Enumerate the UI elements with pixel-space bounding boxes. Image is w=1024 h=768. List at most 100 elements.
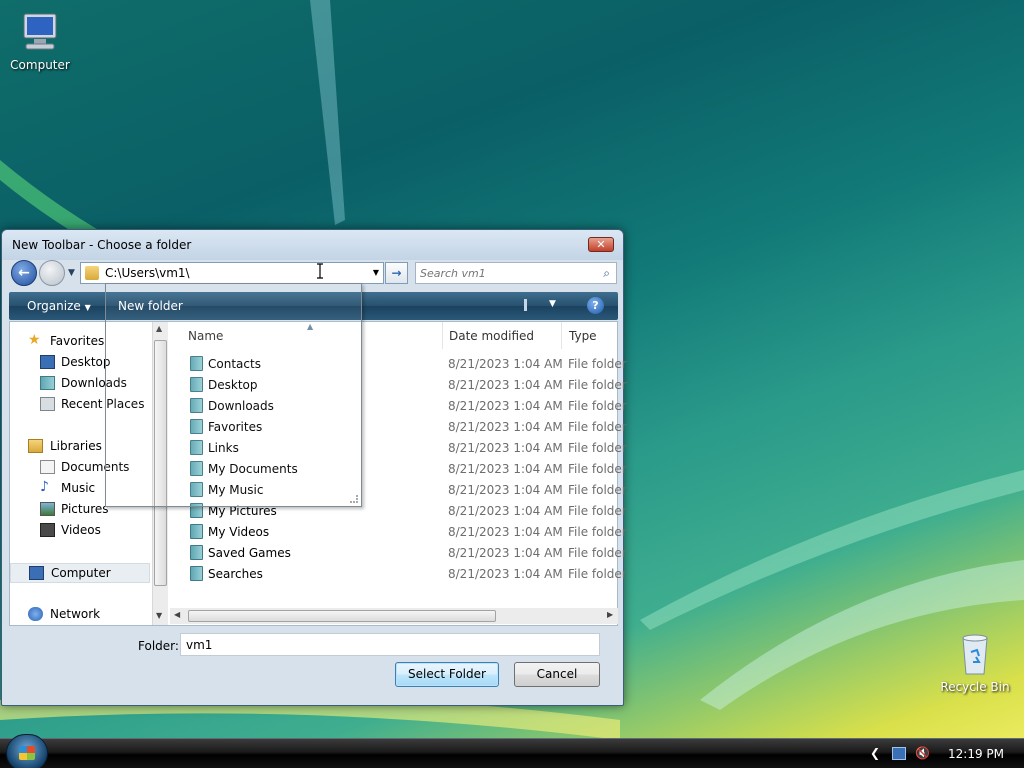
file-name: Searches	[208, 567, 263, 581]
resize-grip-icon[interactable]	[350, 495, 358, 503]
taskbar-clock[interactable]: 12:19 PM	[948, 747, 1004, 761]
nav-network-label: Network	[50, 607, 101, 621]
back-arrow-icon: ←	[18, 265, 30, 281]
file-type: File folder	[568, 483, 627, 497]
windows-logo-icon	[19, 746, 35, 760]
videos-icon	[40, 523, 55, 537]
nav-libraries-label: Libraries	[50, 439, 102, 453]
file-date-modified: 8/21/2023 1:04 AM	[448, 483, 563, 497]
volume-muted-icon[interactable]: 🔇	[915, 747, 930, 760]
file-name: Saved Games	[208, 546, 291, 560]
folder-name-input[interactable]	[180, 633, 600, 656]
forward-button[interactable]	[39, 260, 65, 286]
go-button[interactable]: →	[385, 262, 408, 284]
documents-icon	[40, 460, 55, 474]
folder-icon	[190, 545, 203, 560]
help-icon[interactable]: ?	[587, 297, 604, 314]
folder-icon	[190, 524, 203, 539]
scroll-left-icon[interactable]: ◀	[174, 610, 180, 619]
file-row[interactable]: Searches 8/21/2023 1:04 AM File folder	[170, 563, 627, 584]
desktop-icon-computer-label: Computer	[10, 58, 70, 72]
desktop-icon-recycle-bin[interactable]: Recycle Bin	[935, 632, 1015, 694]
nav-pictures-label: Pictures	[61, 502, 109, 516]
file-date-modified: 8/21/2023 1:04 AM	[448, 399, 563, 413]
recent-pages-dropdown[interactable]: ▼	[68, 268, 75, 278]
column-header-type[interactable]: Type	[569, 322, 597, 349]
file-type: File folder	[568, 525, 627, 539]
organize-label: Organize	[27, 299, 81, 313]
recent-places-icon	[40, 397, 55, 411]
file-type: File folder	[568, 399, 627, 413]
file-date-modified: 8/21/2023 1:04 AM	[448, 504, 563, 518]
nav-videos-label: Videos	[61, 523, 101, 537]
computer-icon	[29, 566, 44, 580]
desktop-icon-recycle-bin-label: Recycle Bin	[940, 680, 1010, 694]
file-type: File folder	[568, 567, 627, 581]
back-button[interactable]: ←	[11, 260, 37, 286]
nav-videos[interactable]: Videos	[10, 521, 150, 541]
recycle-bin-icon	[951, 632, 999, 676]
scroll-down-icon[interactable]: ▼	[156, 611, 162, 620]
network-icon	[28, 607, 43, 621]
file-type: File folder	[568, 420, 627, 434]
file-date-modified: 8/21/2023 1:04 AM	[448, 462, 563, 476]
nav-music-label: Music	[61, 481, 96, 495]
file-date-modified: 8/21/2023 1:04 AM	[448, 546, 563, 560]
star-icon: ★	[28, 332, 41, 348]
nav-network[interactable]: Network	[10, 605, 150, 625]
file-type: File folder	[568, 357, 627, 371]
search-icon[interactable]: ⌕	[603, 266, 610, 281]
file-date-modified: 8/21/2023 1:04 AM	[448, 357, 563, 371]
network-status-icon[interactable]	[892, 747, 906, 760]
text-cursor-icon	[317, 263, 323, 279]
file-type: File folder	[568, 462, 627, 476]
search-box[interactable]: ⌕	[415, 262, 617, 284]
file-type: File folder	[568, 441, 627, 455]
nav-computer[interactable]: Computer	[10, 563, 150, 583]
arrow-right-icon: →	[391, 266, 402, 280]
downloads-icon	[40, 376, 55, 390]
address-text[interactable]: C:\Users\vm1\	[105, 266, 190, 280]
folder-icon	[190, 566, 203, 581]
desktop-icon	[40, 355, 55, 369]
column-divider[interactable]	[561, 322, 562, 349]
search-input[interactable]	[420, 265, 590, 281]
column-divider[interactable]	[442, 322, 443, 349]
start-button[interactable]	[6, 734, 48, 768]
views-icon[interactable]	[524, 299, 538, 311]
address-dropdown-icon[interactable]: ▼	[373, 268, 379, 277]
file-name: My Videos	[208, 525, 270, 539]
computer-icon	[16, 10, 64, 54]
file-scroll-thumb[interactable]	[188, 610, 496, 622]
folder-label: Folder:	[138, 639, 179, 653]
file-row[interactable]: Saved Games 8/21/2023 1:04 AM File folder	[170, 542, 627, 563]
music-icon: ♪	[40, 479, 49, 495]
close-button[interactable]: ✕	[588, 237, 614, 252]
libraries-icon	[28, 439, 43, 453]
file-date-modified: 8/21/2023 1:04 AM	[448, 567, 563, 581]
file-date-modified: 8/21/2023 1:04 AM	[448, 378, 563, 392]
organize-button[interactable]: Organize ▼	[27, 299, 91, 313]
scroll-right-icon[interactable]: ▶	[607, 610, 613, 619]
address-bar[interactable]: C:\Users\vm1\ ▼	[80, 262, 384, 284]
folder-icon	[85, 266, 99, 280]
file-date-modified: 8/21/2023 1:04 AM	[448, 525, 563, 539]
dialog-titlebar[interactable]: New Toolbar - Choose a folder ✕	[2, 230, 623, 260]
file-date-modified: 8/21/2023 1:04 AM	[448, 441, 563, 455]
column-header-date-modified[interactable]: Date modified	[449, 322, 534, 349]
file-type: File folder	[568, 504, 627, 518]
nav-desktop-label: Desktop	[61, 355, 111, 369]
cancel-button[interactable]: Cancel	[514, 662, 600, 687]
select-folder-button[interactable]: Select Folder	[395, 662, 499, 687]
nav-computer-label: Computer	[51, 566, 111, 580]
drag-overlay-frame	[105, 283, 362, 507]
chevron-down-icon: ▼	[84, 303, 91, 312]
show-hidden-icons-button[interactable]: ❮	[870, 746, 880, 760]
file-horizontal-scrollbar[interactable]: ◀ ▶	[170, 608, 618, 624]
taskbar: ❮ 🔇 12:19 PM	[0, 734, 1024, 768]
views-dropdown-icon[interactable]: ▼	[549, 299, 556, 309]
desktop-icon-computer[interactable]: Computer	[0, 10, 80, 72]
nav-favorites-label: Favorites	[50, 334, 105, 348]
file-row[interactable]: My Videos 8/21/2023 1:04 AM File folder	[170, 521, 627, 542]
file-date-modified: 8/21/2023 1:04 AM	[448, 420, 563, 434]
